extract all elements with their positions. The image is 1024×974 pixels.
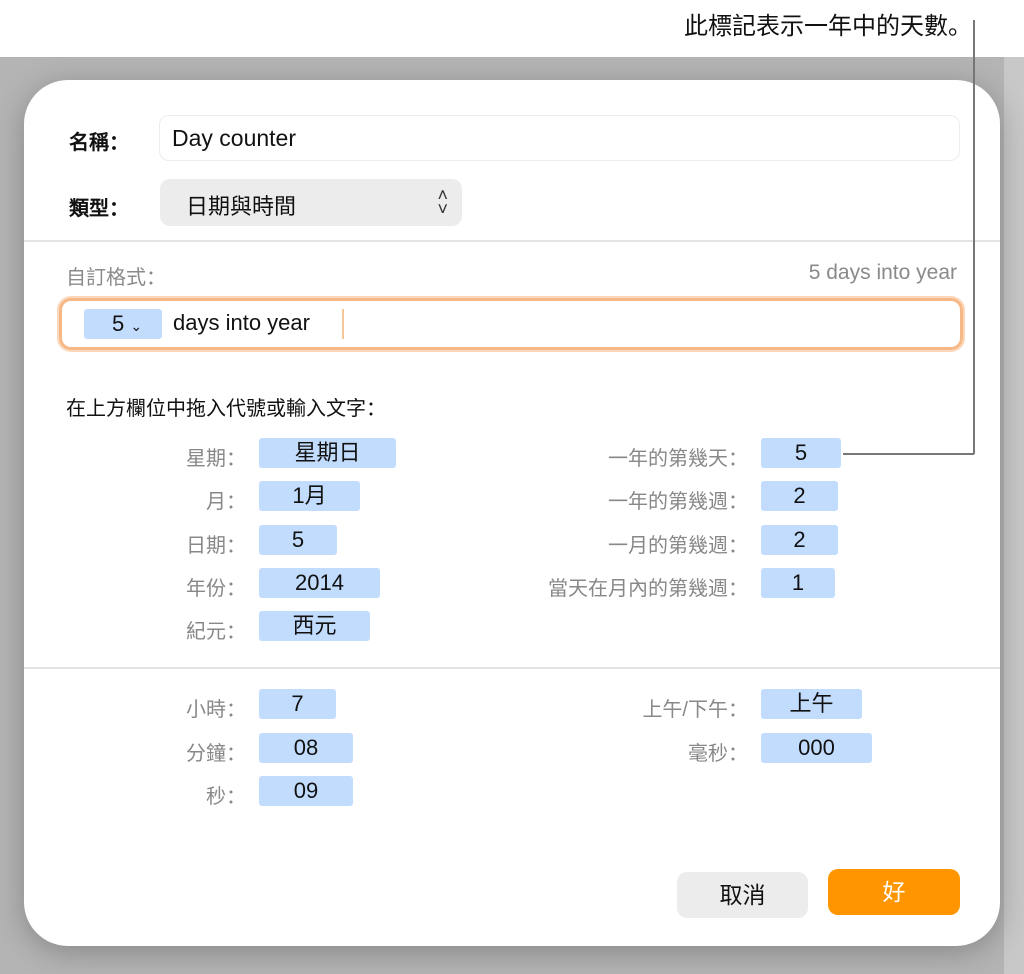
token-label: 分鐘： — [186, 743, 246, 765]
token-label: 一年的第幾天： — [608, 448, 748, 470]
token-label: 日期： — [186, 535, 246, 557]
format-token[interactable]: 2 — [761, 481, 838, 511]
format-preview: 5 days into year — [808, 261, 957, 284]
type-value: 日期與時間 — [186, 194, 297, 219]
format-token[interactable]: 西元 — [259, 611, 370, 641]
token-label: 紀元： — [186, 621, 246, 643]
format-token[interactable]: 2 — [761, 525, 838, 555]
name-input[interactable]: Day counter — [159, 115, 960, 161]
background-strip — [1004, 57, 1024, 974]
token-label: 上午/下午： — [642, 699, 748, 721]
instructions: 在上方欄位中拖入代號或輸入文字： — [66, 398, 386, 420]
token-label: 星期： — [186, 448, 246, 470]
format-text: days into year — [173, 310, 310, 335]
token-label: 小時： — [186, 699, 246, 721]
format-token[interactable]: 5 — [259, 525, 337, 555]
day-of-year-token[interactable]: 5 ⌄ — [84, 309, 162, 339]
format-token[interactable]: 星期日 — [259, 438, 396, 468]
format-token[interactable]: 1 — [761, 568, 835, 598]
token-value: 5 — [112, 311, 125, 336]
divider — [24, 667, 1000, 669]
callout-line — [973, 20, 975, 454]
format-token[interactable]: 2014 — [259, 568, 380, 598]
custom-format-label: 自訂格式： — [66, 267, 166, 289]
format-token[interactable]: 08 — [259, 733, 353, 763]
format-field[interactable]: 5 ⌄ days into year — [59, 298, 963, 350]
token-label: 月： — [206, 491, 246, 513]
token-label: 一月的第幾週： — [608, 535, 748, 557]
token-label: 秒： — [206, 786, 246, 808]
format-token[interactable]: 1月 — [259, 481, 360, 511]
chevron-updown-icon: ˄ ˅ — [437, 185, 448, 219]
format-token[interactable]: 7 — [259, 689, 336, 719]
token-label: 毫秒： — [688, 743, 748, 765]
callout-line — [843, 453, 974, 455]
name-label: 名稱： — [69, 132, 129, 154]
divider — [24, 240, 1000, 242]
cancel-button[interactable]: 取消 — [677, 872, 808, 918]
format-token[interactable]: 000 — [761, 733, 872, 763]
format-token[interactable]: 09 — [259, 776, 353, 806]
type-label: 類型： — [69, 198, 129, 220]
format-token[interactable]: 上午 — [761, 689, 862, 719]
ok-button[interactable]: 好 — [828, 869, 960, 915]
text-cursor — [342, 309, 344, 339]
format-dialog: 名稱： Day counter 類型： 日期與時間 ˄ ˅ 自訂格式： 5 days… — [24, 80, 1000, 946]
callout-text: 此標記表示一年中的天數。 — [684, 13, 972, 40]
format-token[interactable]: 5 — [761, 438, 841, 468]
type-select[interactable]: 日期與時間 ˄ ˅ — [160, 179, 462, 226]
token-label: 當天在月內的第幾週： — [548, 578, 748, 600]
chevron-down-icon: ⌄ — [130, 318, 143, 334]
token-label: 年份： — [186, 578, 246, 600]
token-label: 一年的第幾週： — [608, 491, 748, 513]
